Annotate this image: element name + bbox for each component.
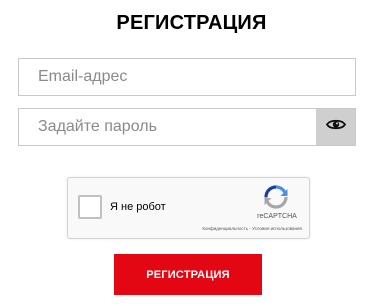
registration-page: РЕГИСТРАЦИЯ Я не робот (0, 0, 383, 306)
recaptcha-logo-icon (264, 185, 288, 209)
recaptcha-checkbox[interactable] (78, 195, 102, 219)
recaptcha-widget: Я не робот reCAPTCHA Конфиденциальность … (67, 177, 310, 239)
eye-icon (325, 118, 346, 136)
recaptcha-label: Я не робот (110, 201, 166, 213)
recaptcha-links: Конфиденциальность - Условия использован… (152, 226, 302, 231)
privacy-link[interactable]: Конфиденциальность (202, 226, 248, 231)
email-input[interactable] (19, 59, 355, 95)
terms-link[interactable]: Условия использования (252, 226, 302, 231)
register-button[interactable]: РЕГИСТРАЦИЯ (114, 254, 262, 295)
show-password-button[interactable] (316, 109, 355, 145)
page-title: РЕГИСТРАЦИЯ (116, 12, 267, 34)
email-field-container (18, 58, 356, 96)
password-input[interactable] (19, 109, 317, 145)
recaptcha-brand: reCAPTCHA (257, 213, 297, 220)
password-field-container (18, 108, 356, 146)
